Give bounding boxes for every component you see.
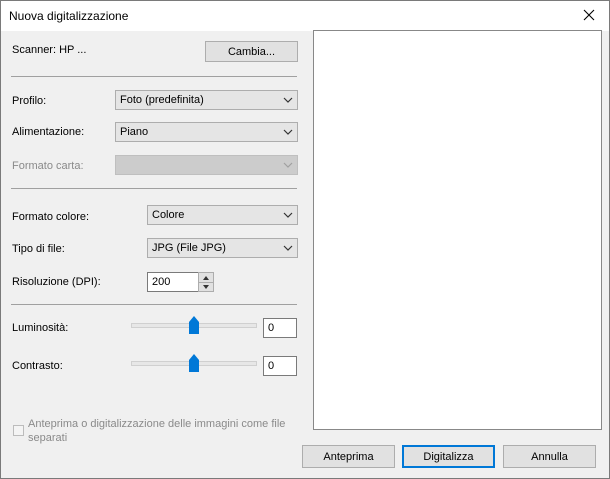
contrast-label: Contrasto: [12,360,63,372]
chevron-down-icon [283,245,293,251]
contrast-slider-thumb[interactable] [189,354,199,372]
contrast-value: 0 [268,360,275,372]
brightness-value: 0 [268,322,275,334]
brightness-slider-thumb[interactable] [189,316,199,334]
scan-button[interactable]: Digitalizza [402,445,495,468]
preview-area [313,30,602,430]
profile-value: Foto (predefinita) [120,94,204,106]
profile-dropdown[interactable]: Foto (predefinita) [115,90,298,110]
separate-files-label: Anteprima o digitalizzazione delle immag… [28,418,286,444]
resolution-spinner [198,272,214,292]
brightness-label: Luminosità: [12,322,69,334]
resolution-value: 200 [152,276,171,288]
chevron-down-icon [283,97,293,103]
contrast-value-field[interactable]: 0 [263,356,297,376]
paper-size-label: Formato carta: [12,160,84,172]
file-type-dropdown[interactable]: JPG (File JPG) [147,238,298,258]
source-label: Alimentazione: [12,126,85,138]
source-dropdown[interactable]: Piano [115,122,298,142]
chevron-up-icon [203,275,209,280]
file-type-value: JPG (File JPG) [152,242,226,254]
brightness-value-field[interactable]: 0 [263,318,297,338]
change-scanner-button[interactable]: Cambia... [205,41,298,62]
source-value: Piano [120,126,149,138]
separate-files-checkbox [13,425,24,436]
chevron-down-icon [283,212,293,218]
spin-down-button[interactable] [199,282,213,291]
separator [11,188,297,189]
separator [11,76,297,77]
scan-dialog: Nuova digitalizzazione Scanner: HP ... C… [0,0,610,479]
profile-label: Profilo: [12,95,47,107]
separator [11,304,297,305]
chevron-down-icon [283,162,293,168]
preview-button[interactable]: Anteprima [302,445,395,468]
paper-size-dropdown [115,155,298,175]
color-format-label: Formato colore: [12,211,90,223]
resolution-input[interactable]: 200 [147,272,199,292]
resolution-label: Risoluzione (DPI): [12,276,101,288]
color-format-dropdown[interactable]: Colore [147,205,298,225]
cancel-button[interactable]: Annulla [503,445,596,468]
file-type-label: Tipo di file: [12,243,65,255]
chevron-down-icon [203,284,209,289]
chevron-down-icon [283,129,293,135]
close-button[interactable] [579,5,599,25]
title-bar: Nuova digitalizzazione [1,1,609,31]
window-title: Nuova digitalizzazione [9,9,129,23]
color-format-value: Colore [152,209,185,221]
close-icon [583,9,595,21]
scanner-label: Scanner: HP ... [12,44,87,56]
